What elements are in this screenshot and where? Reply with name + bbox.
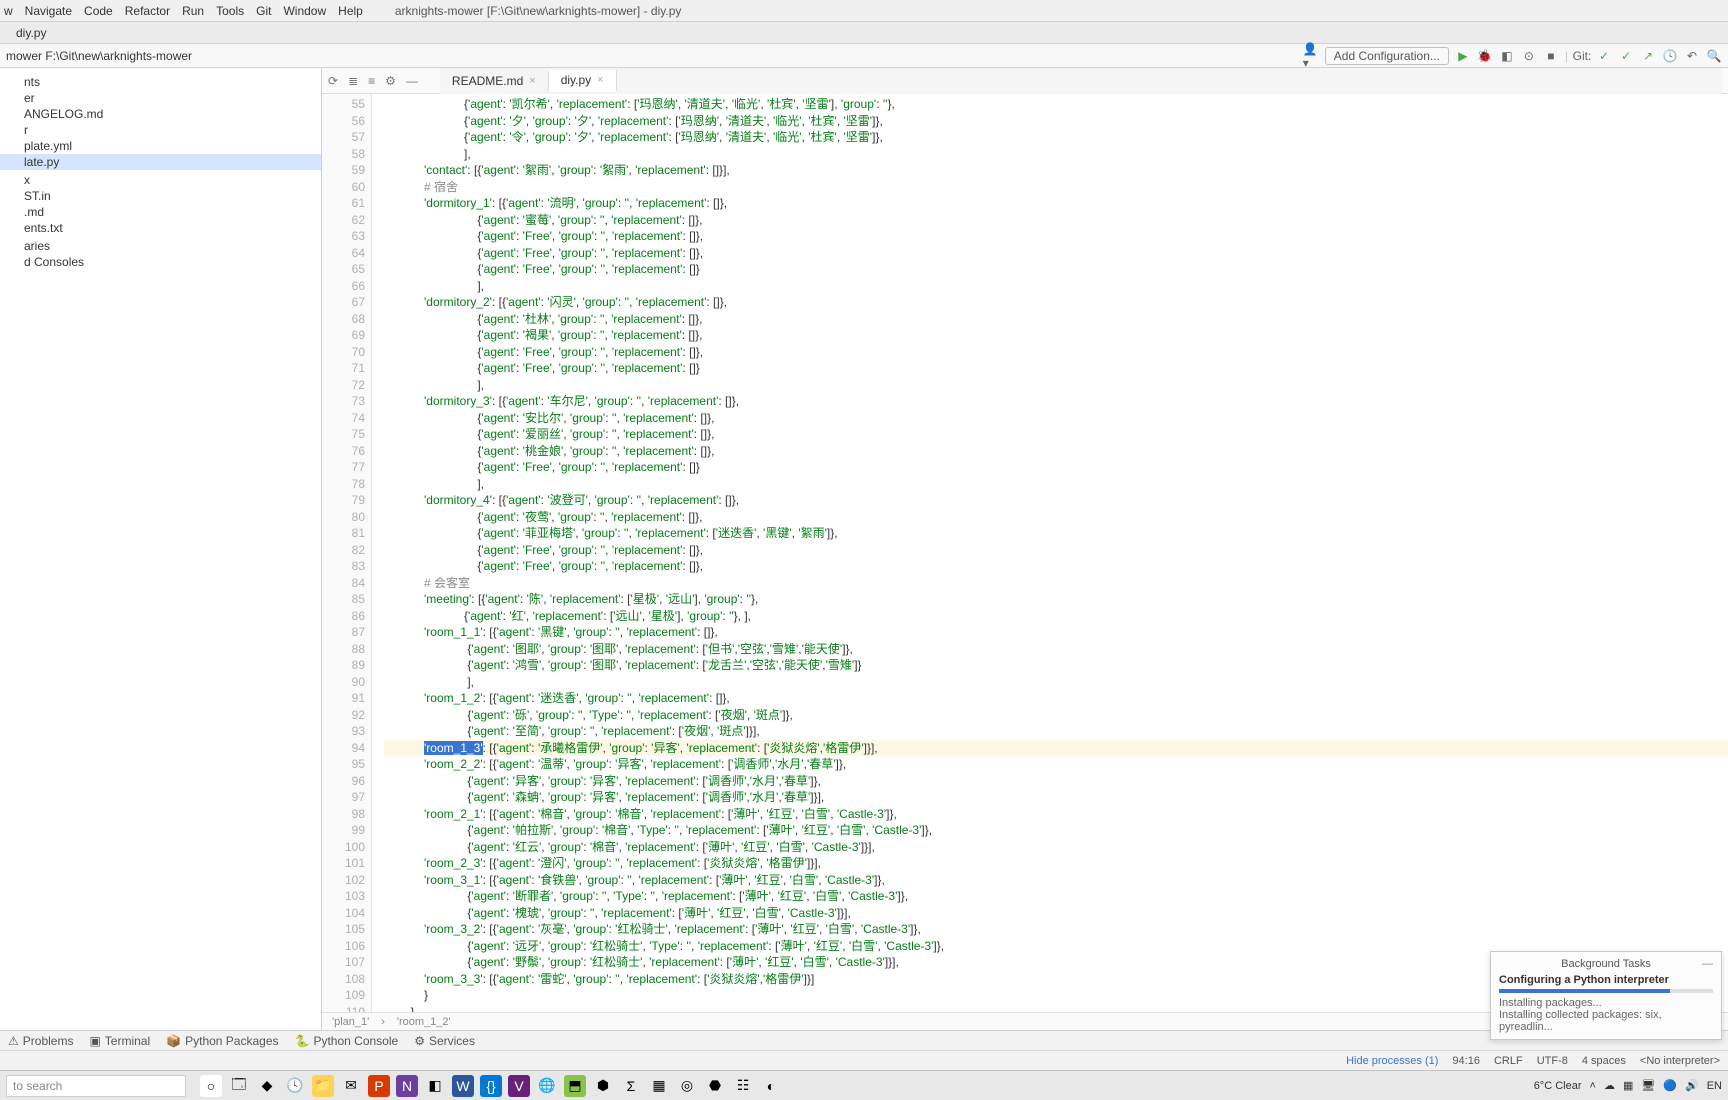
editor: ⟳ ≣ ≡ ⚙ — README.md× diy.py× 55565758596… [322,68,1728,1030]
project-sidebar: ntserANGELOG.mdrplate.ymllate.py xST.in.m… [0,68,322,1030]
menu-item[interactable]: Tools [216,4,244,18]
code-content[interactable]: {'agent': '凯尔希', 'replacement': ['玛恩纳', … [372,94,1728,1012]
tree-node[interactable]: ST.in [0,188,321,204]
tool-window-python-console[interactable]: 🐍 Python Console [295,1034,399,1048]
tray-icon[interactable]: 🔊 [1685,1079,1699,1092]
tool-window-python-packages[interactable]: 📦 Python Packages [166,1034,278,1048]
toolbar-icon[interactable]: ≡ [368,74,375,88]
history-icon[interactable]: 🕓 [1662,48,1678,64]
weather-widget[interactable]: 6°C Clear [1534,1080,1582,1092]
search-icon[interactable]: 🔍 [1706,48,1722,64]
editor-tab-diy[interactable]: diy.py× [549,70,617,92]
menu-item[interactable]: Refactor [125,4,170,18]
breadcrumb[interactable]: mower F:\Git\new\arknights-mower [6,49,192,63]
tool-window-terminal[interactable]: ▣ Terminal [89,1034,150,1048]
toolbar-icon[interactable]: ⟳ [328,74,338,88]
indent-setting[interactable]: 4 spaces [1582,1055,1626,1067]
status-bar: Hide processes (1) 94:16 CRLF UTF-8 4 sp… [0,1050,1728,1070]
menu-item[interactable]: Code [84,4,113,18]
toolbar-icon[interactable]: ≣ [348,74,358,88]
tree-node[interactable]: x [0,172,321,188]
run-icon[interactable]: ▶ [1455,48,1471,64]
tree-node[interactable]: late.py [0,154,321,170]
tree-node[interactable]: er [0,90,321,106]
file-tab[interactable]: diy.py [6,24,56,42]
push-icon[interactable]: ↗ [1640,48,1656,64]
menu-item[interactable]: w [4,4,13,18]
menu-bar: w Navigate Code Refactor Run Tools Git W… [0,0,1728,22]
user-icon[interactable]: 👤▾ [1303,48,1319,64]
collapse-icon[interactable]: — [406,74,418,88]
menu-item[interactable]: Navigate [25,4,72,18]
task-line: Installing packages... [1499,997,1713,1009]
file-encoding[interactable]: UTF-8 [1537,1055,1568,1067]
stop-icon[interactable]: ■ [1543,48,1559,64]
window-title: arknights-mower [F:\Git\new\arknights-mo… [395,4,682,18]
add-configuration-button[interactable]: Add Configuration... [1325,47,1449,65]
taskbar-icons[interactable]: ○ 🗔 ◆ 🕓 📁 ✉ P N ◧ W {} V 🌐 ⬒ ⬢ Σ ▦ ◎ ⬣ ☷… [200,1075,782,1097]
interpreter-indicator[interactable]: <No interpreter> [1640,1055,1720,1067]
tray-icon[interactable]: ▦ [1623,1079,1633,1092]
tree-node[interactable]: aries [0,238,321,254]
tool-window-bar: ⚠ Problems ▣ Terminal 📦 Python Packages … [0,1030,1728,1050]
profile-icon[interactable]: ⊙ [1521,48,1537,64]
windows-taskbar: to search ○ 🗔 ◆ 🕓 📁 ✉ P N ◧ W {} V 🌐 ⬒ ⬢… [0,1070,1728,1100]
progress-bar [1499,989,1713,993]
menu-item[interactable]: Window [283,4,326,18]
tree-node[interactable]: r [0,122,321,138]
windows-search[interactable]: to search [6,1075,186,1097]
menu-item[interactable]: Git [256,4,271,18]
file-tab-bar: diy.py [0,22,1728,44]
tray-icon[interactable]: 🔵 [1663,1079,1677,1092]
settings-icon[interactable]: ⚙ [385,74,396,88]
background-tasks-panel: Background Tasks — Configuring a Python i… [1490,951,1722,1040]
close-icon[interactable]: × [597,74,603,86]
panel-title: Background Tasks [1561,958,1651,970]
hide-processes-link[interactable]: Hide processes (1) [1346,1055,1438,1067]
line-separator[interactable]: CRLF [1494,1055,1523,1067]
tray-icon[interactable]: ☁ [1604,1079,1615,1092]
update-icon[interactable]: ✓ [1596,48,1612,64]
minimize-icon[interactable]: — [1702,958,1713,970]
debug-icon[interactable]: 🐞 [1477,48,1493,64]
tree-node[interactable]: d Consoles [0,254,321,270]
taskbar-tray[interactable]: 6°C Clear ˄ ☁ ▦ 🖥 🔵 🔊 EN [1534,1079,1722,1092]
menu-item[interactable]: Run [182,4,204,18]
tree-node[interactable]: .md [0,204,321,220]
task-line: Installing collected packages: six, pyre… [1499,1009,1713,1033]
editor-tab-readme[interactable]: README.md× [440,71,549,91]
tree-node[interactable]: ents.txt [0,220,321,236]
task-title: Configuring a Python interpreter [1499,974,1713,986]
language-indicator[interactable]: EN [1707,1080,1722,1092]
commit-icon[interactable]: ✓ [1618,48,1634,64]
git-icon[interactable]: Git: [1574,48,1590,64]
rollback-icon[interactable]: ↶ [1684,48,1700,64]
line-gutter: 5556575859606162636465666768697071727374… [322,94,372,1012]
tool-window-services[interactable]: ⚙ Services [414,1034,475,1048]
tree-node[interactable]: ANGELOG.md [0,106,321,122]
tree-node[interactable]: plate.yml [0,138,321,154]
chevron-up-icon[interactable]: ˄ [1590,1080,1596,1092]
caret-position: 94:16 [1452,1055,1480,1067]
coverage-icon[interactable]: ◧ [1499,48,1515,64]
project-tree[interactable]: ntserANGELOG.mdrplate.ymllate.py xST.in.m… [0,68,321,1030]
close-icon[interactable]: × [529,75,535,87]
menu-item[interactable]: Help [338,4,363,18]
tray-icon[interactable]: 🖥 [1641,1079,1655,1092]
tree-node[interactable]: nts [0,74,321,90]
tool-window-problems[interactable]: ⚠ Problems [8,1034,73,1048]
navigation-toolbar: mower F:\Git\new\arknights-mower 👤▾ Add … [0,44,1728,68]
